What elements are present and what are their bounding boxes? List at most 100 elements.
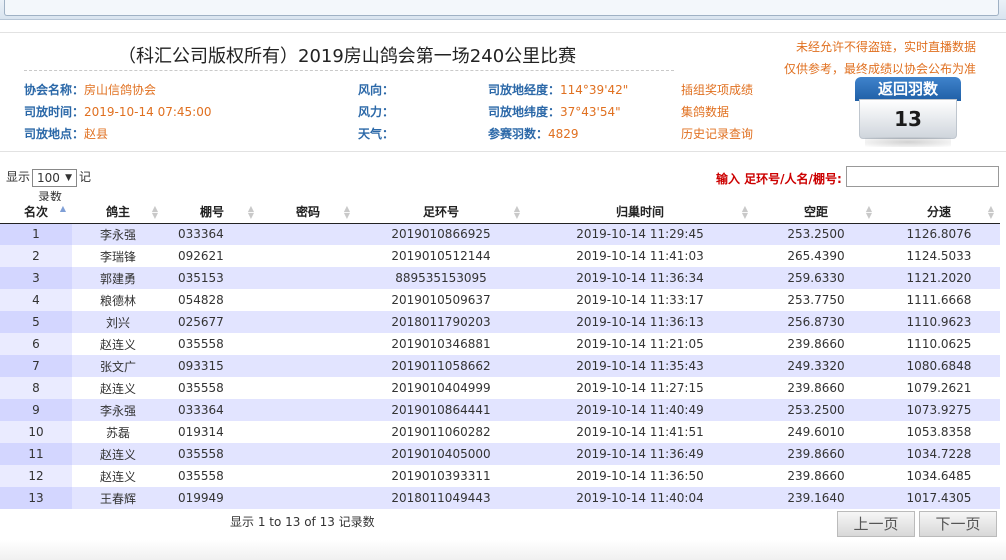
cell-loft: 033364 [164, 399, 260, 421]
cell-code [260, 267, 356, 289]
cell-loft: 092621 [164, 245, 260, 267]
cell-speed: 1110.9623 [878, 311, 1000, 333]
info-value: 114°39'42" [560, 83, 629, 97]
page-size-select[interactable]: 100 ▼ [32, 168, 78, 187]
cell-ring: 2019011060282 [356, 421, 526, 443]
cell-owner: 赵连义 [72, 333, 164, 355]
link-group-awards[interactable]: 插组奖项成绩 [681, 81, 753, 98]
cell-loft: 054828 [164, 289, 260, 311]
col-header-speed[interactable]: 分速 ▲ ▼ [878, 201, 1000, 224]
cell-loft: 033364 [164, 223, 260, 245]
prev-page-button[interactable]: 上一页 [837, 511, 915, 537]
info-latitude: 司放地纬度：37°43'54" [488, 103, 621, 120]
table-row[interactable]: 6 赵连义 035558 2019010346881 2019-10-14 11:21:… [0, 333, 1000, 355]
cell-code [260, 355, 356, 377]
cell-code [260, 289, 356, 311]
info-label: 司放地点： [24, 127, 85, 141]
cell-rank: 10 [0, 421, 72, 443]
cell-return-time: 2019-10-14 11:35:43 [526, 355, 754, 377]
cell-code [260, 443, 356, 465]
returned-count-badge: 返回羽数 13 [855, 77, 961, 147]
col-header-rank[interactable]: 名次 ▲ [0, 201, 72, 224]
cell-return-time: 2019-10-14 11:36:34 [526, 267, 754, 289]
cell-return-time: 2019-10-14 11:41:03 [526, 245, 754, 267]
cell-loft: 025677 [164, 311, 260, 333]
search-input[interactable] [846, 166, 999, 187]
table-row[interactable]: 3 郭建勇 035153 889535153095 2019-10-14 11:36:3… [0, 267, 1000, 289]
col-header-code[interactable]: 密码 ▲ ▼ [260, 201, 356, 224]
cell-owner: 刘兴 [72, 311, 164, 333]
link-history-query[interactable]: 历史记录查询 [681, 125, 753, 142]
cell-owner: 王春辉 [72, 487, 164, 509]
cell-ring: 2019010346881 [356, 333, 526, 355]
cell-loft: 019314 [164, 421, 260, 443]
top-frame-bar [0, 0, 1006, 20]
col-header-distance[interactable]: 空距 ▲ ▼ [754, 201, 878, 224]
table-row[interactable]: 7 张文广 093315 2019011058662 2019-10-14 11:35:… [0, 355, 1000, 377]
cell-rank: 11 [0, 443, 72, 465]
cell-speed: 1034.6485 [878, 465, 1000, 487]
cell-ring: 2019011058662 [356, 355, 526, 377]
page-title: （科汇公司版权所有）2019房山鸽会第一场240公里比赛 [118, 46, 577, 67]
cell-return-time: 2019-10-14 11:36:50 [526, 465, 754, 487]
cell-distance: 253.2500 [754, 223, 878, 245]
next-page-button[interactable]: 下一页 [919, 511, 997, 537]
pagination-info: 显示 1 to 13 of 13 记录数 [230, 515, 375, 529]
table-row[interactable]: 1 李永强 033364 2019010866925 2019-10-14 11:29:… [0, 223, 1000, 245]
cell-rank: 7 [0, 355, 72, 377]
cell-ring: 2019010404999 [356, 377, 526, 399]
info-value: 赵县 [84, 127, 109, 141]
col-header-loft[interactable]: 棚号 ▲ ▼ [164, 201, 260, 224]
cell-code [260, 465, 356, 487]
cell-rank: 9 [0, 399, 72, 421]
table-row[interactable]: 11 赵连义 035558 2019010405000 2019-10-14 11:36… [0, 443, 1000, 465]
cell-ring: 2019010864441 [356, 399, 526, 421]
cell-owner: 张文广 [72, 355, 164, 377]
table-row[interactable]: 8 赵连义 035558 2019010404999 2019-10-14 11:27:… [0, 377, 1000, 399]
cell-speed: 1126.8076 [878, 223, 1000, 245]
cell-speed: 1053.8358 [878, 421, 1000, 443]
cell-owner: 赵连义 [72, 465, 164, 487]
info-longitude: 司放地经度：114°39'42" [488, 81, 628, 98]
cell-code [260, 487, 356, 509]
cell-speed: 1111.6668 [878, 289, 1000, 311]
table-row[interactable]: 5 刘兴 025677 2018011790203 2019-10-14 11:36:1… [0, 311, 1000, 333]
top-frame-panel [4, 0, 999, 16]
table-row[interactable]: 9 李永强 033364 2019010864441 2019-10-14 11:40:… [0, 399, 1000, 421]
col-header-owner[interactable]: 鸽主 ▲ ▼ [72, 201, 164, 224]
info-wind-force: 风力： [358, 103, 394, 120]
show-suffix-label: 记 [79, 170, 92, 184]
table-row[interactable]: 13 王春辉 019949 2018011049443 2019-10-14 11:40… [0, 487, 1000, 509]
info-value: 房山信鸽协会 [84, 83, 157, 97]
table-row[interactable]: 12 赵连义 035558 2019010393311 2019-10-14 11:36… [0, 465, 1000, 487]
cell-return-time: 2019-10-14 11:40:04 [526, 487, 754, 509]
cell-ring: 2019010866925 [356, 223, 526, 245]
cell-owner: 粮德林 [72, 289, 164, 311]
table-row[interactable]: 2 李瑞锋 092621 2019010512144 2019-10-14 11:41:… [0, 245, 1000, 267]
cell-speed: 1034.7228 [878, 443, 1000, 465]
cell-loft: 093315 [164, 355, 260, 377]
cell-ring: 2018011790203 [356, 311, 526, 333]
cell-owner: 苏磊 [72, 421, 164, 443]
cell-return-time: 2019-10-14 11:29:45 [526, 223, 754, 245]
info-label: 参赛羽数： [488, 127, 549, 141]
cell-distance: 239.8660 [754, 333, 878, 355]
info-label: 协会名称： [24, 83, 85, 97]
cell-distance: 253.2500 [754, 399, 878, 421]
cell-distance: 265.4390 [754, 245, 878, 267]
cell-rank: 2 [0, 245, 72, 267]
col-header-ring[interactable]: 足环号 ▲ ▼ [356, 201, 526, 224]
link-collection-data[interactable]: 集鸽数据 [681, 103, 729, 120]
cell-distance: 239.8660 [754, 443, 878, 465]
cell-owner: 郭建勇 [72, 267, 164, 289]
cell-rank: 3 [0, 267, 72, 289]
title-divider [24, 70, 674, 71]
table-row[interactable]: 10 苏磊 019314 2019011060282 2019-10-14 11:41:… [0, 421, 1000, 443]
col-header-return-time[interactable]: 归巢时间 ▲ ▼ [526, 201, 754, 224]
table-row[interactable]: 4 粮德林 054828 2019010509637 2019-10-14 11:33:… [0, 289, 1000, 311]
cell-owner: 赵连义 [72, 443, 164, 465]
cell-rank: 12 [0, 465, 72, 487]
cell-rank: 6 [0, 333, 72, 355]
sort-icon: ▲ ▼ [247, 204, 254, 220]
info-label: 天气： [358, 127, 395, 141]
